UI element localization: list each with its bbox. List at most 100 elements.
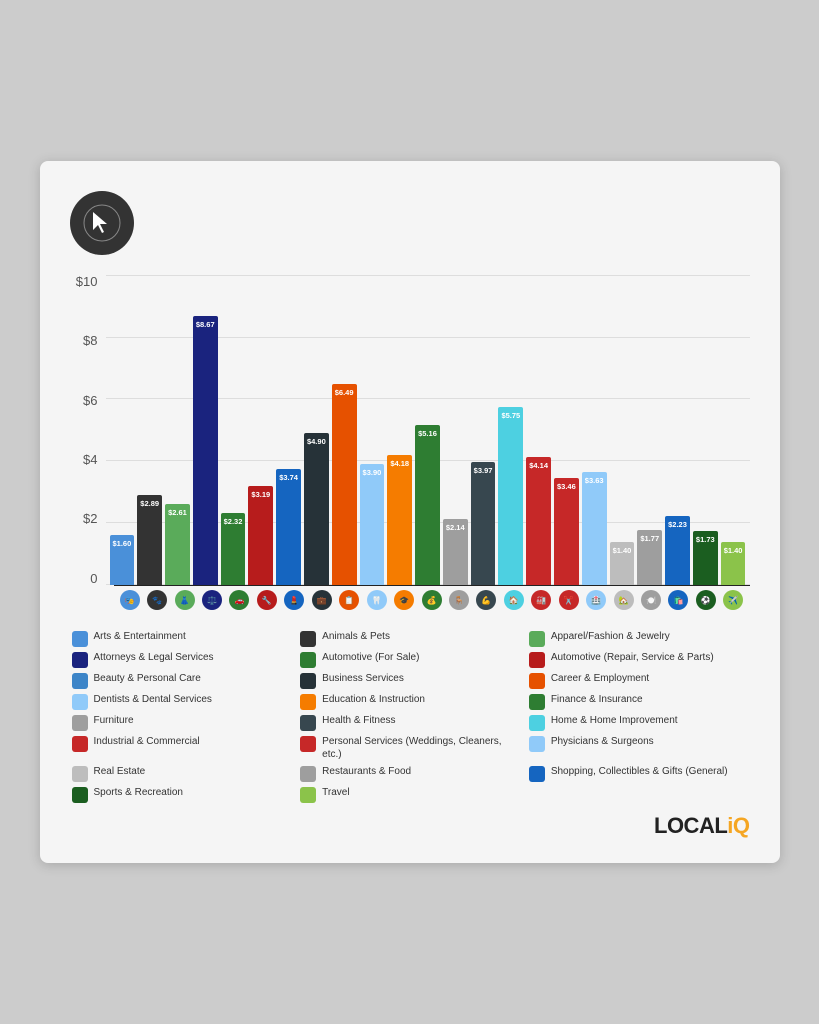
y-axis: 0$2$4$6$8$10 xyxy=(70,275,106,585)
x-icon-col: 💼 xyxy=(310,590,334,610)
x-icon-col: 🏭 xyxy=(529,590,553,610)
legend-color-icon xyxy=(300,673,316,689)
legend-item: Physicians & Surgeons xyxy=(529,735,748,761)
bar: $6.49 xyxy=(332,384,357,585)
x-icon-col: 💰 xyxy=(419,590,443,610)
legend-item: Finance & Insurance xyxy=(529,693,748,710)
x-icon-col: 🍽️ xyxy=(639,590,663,610)
legend-color-icon xyxy=(529,631,545,647)
legend-item: Business Services xyxy=(300,672,519,689)
legend-color-icon xyxy=(529,736,545,752)
bar-col: $6.49 xyxy=(332,384,357,585)
bar-col: $4.18 xyxy=(387,455,412,585)
bar: $3.90 xyxy=(360,464,385,585)
bar: $2.61 xyxy=(165,504,190,585)
legend-item: Travel xyxy=(300,786,519,803)
legend-label: Animals & Pets xyxy=(322,630,390,643)
legend-color-icon xyxy=(300,694,316,710)
legend-color-icon xyxy=(529,673,545,689)
bar-col: $2.23 xyxy=(665,516,690,585)
bar: $8.67 xyxy=(193,316,218,585)
y-axis-label: $6 xyxy=(70,394,98,407)
y-axis-label: $4 xyxy=(70,453,98,466)
x-icon-col: 👗 xyxy=(172,590,196,610)
legend-item: Beauty & Personal Care xyxy=(72,672,291,689)
bar: $3.19 xyxy=(248,486,273,585)
y-axis-label: 0 xyxy=(70,572,98,585)
bar-value: $3.74 xyxy=(276,473,301,482)
x-icon: ⚖️ xyxy=(202,590,222,610)
bar-value: $2.23 xyxy=(665,520,690,529)
bar-value: $2.61 xyxy=(165,508,190,517)
bar: $2.23 xyxy=(665,516,690,585)
x-icon-col: 🏥 xyxy=(584,590,608,610)
bar-value: $3.19 xyxy=(248,490,273,499)
x-icon: 💄 xyxy=(284,590,304,610)
legend-color-icon xyxy=(72,673,88,689)
legend-color-icon xyxy=(72,631,88,647)
infographic-card: 0$2$4$6$8$10 $1.60$2.89$2.61$8.67$2.32$3… xyxy=(40,161,780,864)
legend-color-icon xyxy=(300,766,316,782)
legend-label: Travel xyxy=(322,786,349,799)
x-icon-col: 🏠 xyxy=(502,590,526,610)
x-icon-col: 💄 xyxy=(282,590,306,610)
legend-item: Apparel/Fashion & Jewelry xyxy=(529,630,748,647)
bar-value: $1.73 xyxy=(693,535,718,544)
legend-color-icon xyxy=(72,787,88,803)
legend-item: Dentists & Dental Services xyxy=(72,693,291,710)
bars-wrapper: $1.60$2.89$2.61$8.67$2.32$3.19$3.74$4.90… xyxy=(106,275,750,585)
x-icon: 🐾 xyxy=(147,590,167,610)
legend-item: Animals & Pets xyxy=(300,630,519,647)
x-icon-col: ⚽ xyxy=(694,590,718,610)
bar-value: $3.63 xyxy=(582,476,607,485)
x-icon: 🏭 xyxy=(531,590,551,610)
x-icon-col: 🏡 xyxy=(611,590,635,610)
x-icon: 🏠 xyxy=(504,590,524,610)
legend-item: Restaurants & Food xyxy=(300,765,519,782)
bar: $2.14 xyxy=(443,519,468,585)
bar-value: $3.97 xyxy=(471,466,496,475)
legend-color-icon xyxy=(529,766,545,782)
bar-col: $2.32 xyxy=(221,513,246,585)
x-icon: 🔧 xyxy=(257,590,277,610)
bar-value: $4.18 xyxy=(387,459,412,468)
bar: $4.18 xyxy=(387,455,412,585)
legend-label: Shopping, Collectibles & Gifts (General) xyxy=(551,765,728,778)
x-icon: 🍽️ xyxy=(641,590,661,610)
bar-col: $4.14 xyxy=(526,457,551,585)
legend-label: Real Estate xyxy=(94,765,146,778)
legend-color-icon xyxy=(300,652,316,668)
chart-inner: 0$2$4$6$8$10 $1.60$2.89$2.61$8.67$2.32$3… xyxy=(70,275,750,585)
bar-col: $3.46 xyxy=(554,478,579,585)
bar-value: $2.32 xyxy=(221,517,246,526)
legend-item: Attorneys & Legal Services xyxy=(72,651,291,668)
legend-color-icon xyxy=(529,715,545,731)
legend-item: Health & Fitness xyxy=(300,714,519,731)
bar-col: $5.16 xyxy=(415,425,440,585)
x-icon-col: 🦷 xyxy=(364,590,388,610)
legend-color-icon xyxy=(72,694,88,710)
bar-col: $3.74 xyxy=(276,469,301,585)
x-icon: 🏡 xyxy=(614,590,634,610)
bar-value: $4.14 xyxy=(526,461,551,470)
bar: $2.32 xyxy=(221,513,246,585)
x-icon: ✂️ xyxy=(559,590,579,610)
legend-color-icon xyxy=(529,652,545,668)
bar-col: $2.14 xyxy=(443,519,468,585)
legend-label: Health & Fitness xyxy=(322,714,395,727)
legend-item: Arts & Entertainment xyxy=(72,630,291,647)
bar-value: $1.40 xyxy=(610,546,635,555)
header xyxy=(70,191,750,255)
bar-value: $1.40 xyxy=(721,546,746,555)
legend-label: Business Services xyxy=(322,672,404,685)
legend-item: Career & Employment xyxy=(529,672,748,689)
bar-col: $3.19 xyxy=(248,486,273,585)
bar-col: $3.90 xyxy=(360,464,385,585)
legend-item: Education & Instruction xyxy=(300,693,519,710)
x-icon: 🛍️ xyxy=(668,590,688,610)
legend-label: Career & Employment xyxy=(551,672,649,685)
legend-item: Real Estate xyxy=(72,765,291,782)
legend-label: Restaurants & Food xyxy=(322,765,411,778)
x-icon-col: 🎓 xyxy=(392,590,416,610)
bar: $1.77 xyxy=(637,530,662,585)
